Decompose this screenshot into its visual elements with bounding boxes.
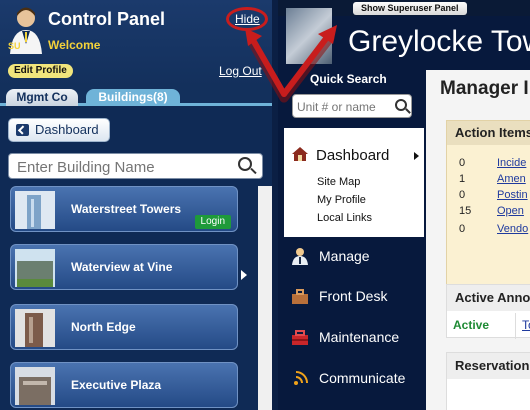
building-search-input[interactable] (17, 157, 227, 177)
tower-thumbnail-icon (15, 191, 55, 229)
action-item-count: 1 (459, 173, 466, 185)
building-name: North Edge (71, 320, 136, 334)
dashboard-button[interactable]: Dashboard (8, 118, 110, 142)
tab-buildings[interactable]: Buildings(8) (86, 89, 180, 106)
building-list-scrollbar[interactable] (258, 186, 272, 410)
building-card-waterview[interactable]: Waterview at Vine (10, 244, 238, 290)
action-item-count: 15 (459, 205, 472, 217)
edit-profile-button[interactable]: Edit Profile (8, 64, 73, 78)
action-items-panel: Action Items 0 Incide 1 Amen 0 Postin 15… (446, 120, 530, 290)
building-thumbnail-icon (15, 367, 55, 405)
reservations-panel: Reservation (446, 352, 530, 410)
page-title: Manager I (440, 78, 529, 99)
nav-my-profile[interactable]: My Profile (317, 194, 366, 206)
manage-icon (292, 248, 308, 265)
building-name: Waterstreet Towers (71, 202, 182, 216)
search-icon[interactable] (395, 99, 407, 111)
announcement-status: Active (453, 318, 490, 332)
building-thumbnail-icon (15, 249, 55, 287)
action-item-link[interactable]: Postin (497, 189, 528, 201)
home-icon (292, 147, 308, 161)
nav-manage-label: Manage (319, 248, 370, 264)
welcome-text: Welcome (48, 38, 101, 52)
nav-communicate-label: Communicate (319, 370, 406, 386)
caret-right-icon (414, 152, 419, 160)
hide-link[interactable]: Hide (235, 12, 260, 26)
action-item-link[interactable]: Vendo (497, 223, 528, 235)
building-card-executive-plaza[interactable]: Executive Plaza (10, 362, 238, 408)
column-divider (515, 313, 516, 339)
chevron-right-icon[interactable] (241, 270, 247, 280)
search-icon[interactable] (238, 157, 252, 171)
action-item-count: 0 (459, 157, 466, 169)
site-nav: Dashboard Site Map My Profile Local Link… (284, 128, 424, 410)
building-card-north-edge[interactable]: North Edge (10, 304, 238, 350)
site-area: Show Superuser Panel Greylocke Towe Quic… (278, 0, 530, 410)
nav-front-desk-label: Front Desk (319, 288, 388, 304)
action-items-heading: Action Items (447, 121, 530, 145)
building-thumbnail-icon (15, 309, 55, 347)
control-panel-title: Control Panel (48, 9, 166, 29)
dashboard-button-label: Dashboard (35, 122, 99, 137)
nav-local-links[interactable]: Local Links (317, 212, 372, 224)
tab-mgmt-co[interactable]: Mgmt Co (6, 89, 78, 106)
announcements-panel: Active Anno Active To (446, 284, 530, 339)
action-item-link[interactable]: Amen (497, 173, 526, 185)
quick-search (292, 94, 412, 118)
show-superuser-panel-button[interactable]: Show Superuser Panel (353, 2, 467, 15)
quick-search-input[interactable] (297, 98, 391, 116)
main-content: Manager I Action Items 0 Incide 1 Amen 0… (426, 70, 530, 410)
quick-search-label: Quick Search (310, 72, 387, 86)
action-item-link[interactable]: Incide (497, 157, 526, 169)
control-panel: SU Control Panel Welcome Hide Edit Profi… (0, 0, 272, 410)
nav-dashboard[interactable]: Dashboard (316, 147, 389, 164)
building-list: Waterstreet Towers Login Waterview at Vi… (0, 186, 258, 410)
building-name: Waterview at Vine (71, 260, 173, 274)
avatar-initials: SU (8, 41, 21, 51)
dashboard-back-icon (16, 124, 29, 136)
building-card-waterstreet[interactable]: Waterstreet Towers Login (10, 186, 238, 232)
building-search (8, 153, 263, 179)
nav-site-map[interactable]: Site Map (317, 176, 360, 188)
front-desk-icon (292, 289, 308, 304)
reservations-heading: Reservation (447, 353, 530, 379)
nav-dashboard-menu: Dashboard Site Map My Profile Local Link… (284, 128, 424, 237)
login-badge[interactable]: Login (194, 215, 231, 229)
action-item-link[interactable]: Open (497, 205, 524, 217)
communicate-icon (294, 371, 308, 385)
building-logo-image (286, 8, 332, 64)
panel-tabs: Mgmt Co Buildings(8) (0, 86, 272, 106)
announcements-heading: Active Anno (447, 285, 530, 311)
nav-maintenance-label: Maintenance (319, 329, 400, 345)
control-panel-header: SU Control Panel Welcome Hide Edit Profi… (0, 0, 272, 86)
action-item-count: 0 (459, 189, 466, 201)
maintenance-icon (292, 330, 308, 345)
announcement-link[interactable]: To (522, 318, 530, 332)
action-item-count: 0 (459, 223, 466, 235)
building-name: Executive Plaza (71, 378, 162, 392)
site-brand-title: Greylocke Towe (348, 25, 530, 58)
logout-link[interactable]: Log Out (219, 64, 262, 78)
